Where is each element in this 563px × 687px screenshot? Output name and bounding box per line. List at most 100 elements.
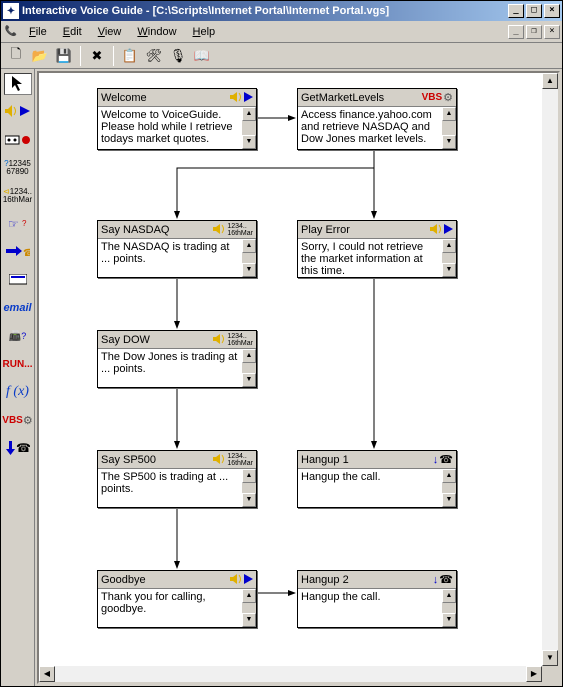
palette-digits-date[interactable]: ⊲1234..16thMar bbox=[4, 185, 32, 207]
point-icon: ☞? bbox=[8, 218, 28, 230]
menu-view[interactable]: View bbox=[90, 24, 130, 40]
node-saynasdaq[interactable]: Say NASDAQ 1234..16thMar The NASDAQ is t… bbox=[97, 220, 257, 278]
phone-icon: ☎ bbox=[439, 453, 453, 466]
hangup-icon: ☎ bbox=[6, 441, 30, 455]
delete-button[interactable]: ✖ bbox=[86, 45, 108, 66]
speaker-icon bbox=[213, 334, 226, 346]
record-tool-button[interactable]: 🎙 bbox=[167, 45, 189, 66]
palette-hangup[interactable]: ☎ bbox=[4, 437, 32, 459]
horizontal-scrollbar[interactable]: ◀ ▶ bbox=[39, 666, 542, 682]
node-scroll[interactable]: ▲▼ bbox=[242, 589, 256, 627]
vbs-badge: VBS bbox=[422, 92, 443, 103]
toolbar: 🗋 📂 💾 ✖ 📋 🛠 🎙 📖 bbox=[1, 43, 562, 69]
palette-fax[interactable]: 📠? bbox=[4, 325, 32, 347]
svg-text:☞: ☞ bbox=[8, 218, 19, 230]
node-scroll[interactable]: ▲▼ bbox=[442, 589, 456, 627]
node-body: The Dow Jones is trading at ... points. bbox=[101, 351, 238, 375]
palette-point[interactable]: ☞? bbox=[4, 213, 32, 235]
palette-run[interactable]: RUN... bbox=[4, 353, 32, 375]
node-welcome[interactable]: Welcome Welcome to VoiceGuide. Please ho… bbox=[97, 88, 257, 150]
node-scroll[interactable]: ▲▼ bbox=[242, 239, 256, 277]
palette-vbs[interactable]: VBS⚙ bbox=[4, 409, 32, 431]
run-label: RUN... bbox=[3, 359, 33, 370]
scroll-track[interactable] bbox=[55, 666, 526, 682]
fx-label: f (x) bbox=[6, 384, 29, 400]
node-title: Goodbye bbox=[101, 574, 230, 586]
gear-icon: ⚙ bbox=[443, 91, 453, 104]
palette-record[interactable] bbox=[4, 129, 32, 151]
tools-button[interactable]: 🛠 bbox=[143, 45, 165, 66]
node-scroll[interactable]: ▲▼ bbox=[242, 349, 256, 387]
tool-palette: ?1234567890 ⊲1234..16thMar ☞? ☎ email 📠?… bbox=[1, 69, 35, 686]
svg-text:☎: ☎ bbox=[23, 248, 30, 258]
close-button[interactable]: × bbox=[544, 4, 560, 18]
node-title: Welcome bbox=[101, 92, 230, 104]
node-saysp500[interactable]: Say SP500 1234..16thMar The SP500 is tra… bbox=[97, 450, 257, 508]
play-icon bbox=[444, 224, 453, 236]
node-getmarketlevels[interactable]: GetMarketLevels VBS ⚙ Access finance.yah… bbox=[297, 88, 457, 150]
gear-icon: ⚙ bbox=[23, 414, 33, 427]
mdi-close-button[interactable]: × bbox=[544, 25, 560, 39]
node-scroll[interactable]: ▲▼ bbox=[442, 107, 456, 149]
scroll-corner bbox=[542, 666, 558, 682]
node-title: Play Error bbox=[301, 224, 430, 236]
digits-date-label: ⊲1234..16thMar bbox=[3, 188, 32, 204]
mdi-restore-button[interactable]: ❐ bbox=[526, 25, 542, 39]
menu-bar: 📞 File Edit View Window Help _ ❐ × bbox=[1, 21, 562, 43]
book-button[interactable]: 📖 bbox=[191, 45, 213, 66]
node-scroll[interactable]: ▲▼ bbox=[242, 107, 256, 149]
menu-file[interactable]: File bbox=[21, 24, 55, 40]
palette-speak-play[interactable] bbox=[4, 101, 32, 123]
node-hangup2[interactable]: Hangup 2 ↓ ☎ Hangup the call. ▲▼ bbox=[297, 570, 457, 628]
toolbar-separator-2 bbox=[113, 46, 114, 66]
palette-fx[interactable]: f (x) bbox=[4, 381, 32, 403]
canvas[interactable]: Welcome Welcome to VoiceGuide. Please ho… bbox=[37, 71, 560, 684]
scroll-left-button[interactable]: ◀ bbox=[39, 666, 55, 682]
scroll-track[interactable] bbox=[542, 89, 558, 650]
palette-email[interactable]: email bbox=[4, 297, 32, 319]
node-title: Say NASDAQ bbox=[101, 224, 213, 236]
new-button[interactable]: 🗋 bbox=[5, 45, 27, 66]
save-button[interactable]: 💾 bbox=[53, 45, 75, 66]
speaker-icon bbox=[213, 224, 226, 236]
speaker-icon bbox=[430, 224, 443, 236]
scroll-up-button[interactable]: ▲ bbox=[542, 73, 558, 89]
palette-digits-question[interactable]: ?1234567890 bbox=[4, 157, 32, 179]
node-scroll[interactable]: ▲▼ bbox=[242, 469, 256, 507]
svg-text:?: ? bbox=[22, 219, 27, 228]
node-title: Hangup 1 bbox=[301, 454, 433, 466]
arrow-tool[interactable] bbox=[4, 73, 32, 95]
window-title: Interactive Voice Guide - [C:\Scripts\In… bbox=[22, 5, 506, 17]
node-body: Access finance.yahoo.com and retrieve NA… bbox=[301, 109, 438, 145]
node-scroll[interactable]: ▲▼ bbox=[442, 239, 456, 277]
node-saydow[interactable]: Say DOW 1234..16thMar The Dow Jones is t… bbox=[97, 330, 257, 388]
node-hangup1[interactable]: Hangup 1 ↓ ☎ Hangup the call. ▲▼ bbox=[297, 450, 457, 508]
settings-button[interactable]: 📋 bbox=[119, 45, 141, 66]
title-bar: ✦ Interactive Voice Guide - [C:\Scripts\… bbox=[1, 1, 562, 21]
node-goodbye[interactable]: Goodbye Thank you for calling, goodbye. … bbox=[97, 570, 257, 628]
node-playerror[interactable]: Play Error Sorry, I could not retrieve t… bbox=[297, 220, 457, 278]
arrow-icon bbox=[12, 76, 24, 92]
minimize-button[interactable]: _ bbox=[508, 4, 524, 18]
open-button[interactable]: 📂 bbox=[29, 45, 51, 66]
play-icon bbox=[244, 574, 253, 586]
palette-transfer[interactable]: ☎ bbox=[4, 241, 32, 263]
work-area: ?1234567890 ⊲1234..16thMar ☞? ☎ email 📠?… bbox=[1, 69, 562, 686]
scroll-right-button[interactable]: ▶ bbox=[526, 666, 542, 682]
speaker-play-icon bbox=[5, 105, 31, 119]
menu-help[interactable]: Help bbox=[185, 24, 224, 40]
digits-icon: 1234..16thMar bbox=[227, 453, 253, 467]
svg-text:☎: ☎ bbox=[16, 441, 30, 455]
scroll-down-button[interactable]: ▼ bbox=[542, 650, 558, 666]
node-scroll[interactable]: ▲▼ bbox=[442, 469, 456, 507]
vertical-scrollbar[interactable]: ▲ ▼ bbox=[542, 73, 558, 666]
node-body: Hangup the call. bbox=[301, 471, 438, 483]
play-icon bbox=[244, 92, 253, 104]
node-body: Hangup the call. bbox=[301, 591, 438, 603]
mdi-minimize-button[interactable]: _ bbox=[508, 25, 524, 39]
maximize-button[interactable]: □ bbox=[526, 4, 542, 18]
menu-window[interactable]: Window bbox=[129, 24, 184, 40]
node-title: Hangup 2 bbox=[301, 574, 433, 586]
palette-screen[interactable] bbox=[4, 269, 32, 291]
menu-edit[interactable]: Edit bbox=[55, 24, 90, 40]
